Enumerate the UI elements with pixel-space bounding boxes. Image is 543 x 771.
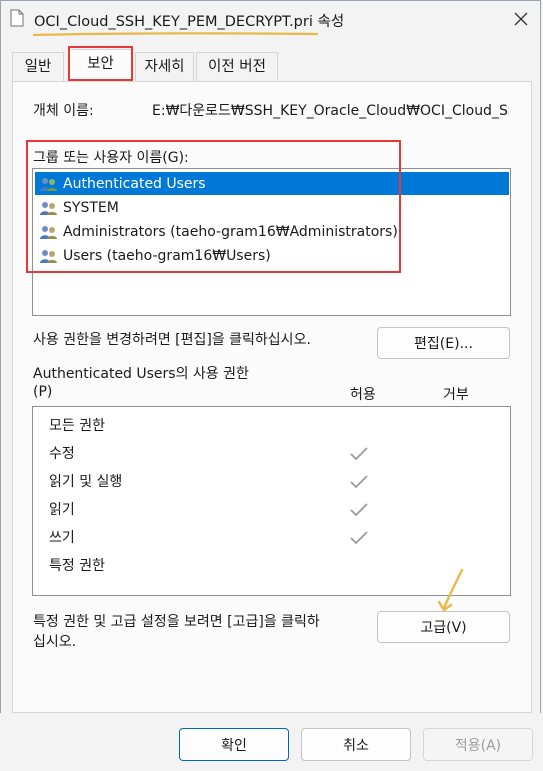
permissions-label: Authenticated Users의 사용 권한 <box>33 366 249 382</box>
allow-check-icon <box>350 475 368 489</box>
apply-button[interactable]: 적용(A) <box>423 728 533 761</box>
ok-button[interactable]: 확인 <box>179 728 289 761</box>
permission-row: 읽기 <box>49 502 75 518</box>
groups-highlight-box <box>26 140 401 273</box>
edit-button[interactable]: 편집(E)... <box>377 327 510 359</box>
advanced-button[interactable]: 고급(V) <box>377 611 510 643</box>
permission-row: 쓰기 <box>49 530 75 546</box>
allow-column-header: 허용 <box>350 387 376 403</box>
permission-row: 특정 권한 <box>49 558 105 574</box>
edit-hint: 사용 권한을 변경하려면 [편집]을 클릭하십시오. <box>33 332 311 348</box>
title-annotation-underline <box>33 32 318 37</box>
allow-check-icon <box>350 503 368 517</box>
tab-previous-versions[interactable]: 이전 버전 <box>196 52 278 82</box>
title-bar: OCI_Cloud_SSH_KEY_PEM_DECRYPT.pri 속성 <box>0 0 543 38</box>
permission-row: 읽기 및 실행 <box>49 474 123 490</box>
close-button[interactable] <box>505 5 537 33</box>
cancel-button[interactable]: 취소 <box>301 728 411 761</box>
tab-general[interactable]: 일반 <box>12 52 64 82</box>
advanced-hint-cont: 십시오. <box>33 634 77 650</box>
tab-details[interactable]: 자세히 <box>135 52 194 82</box>
object-name-value: E:₩다운로드₩SSH_KEY_Oracle_Cloud₩OCI_Cloud_S… <box>152 103 509 119</box>
allow-check-icon <box>350 447 368 461</box>
advanced-hint: 특정 권한 및 고급 설정을 보려면 [고급]을 클릭하 <box>33 614 320 630</box>
permission-row: 모든 권한 <box>49 418 105 434</box>
allow-check-icon <box>350 531 368 545</box>
window-title: OCI_Cloud_SSH_KEY_PEM_DECRYPT.pri 속성 <box>34 14 345 30</box>
object-name-label: 개체 이름: <box>33 103 94 119</box>
file-icon <box>10 9 24 27</box>
close-icon <box>514 12 528 26</box>
annotation-arrow-icon <box>437 568 464 612</box>
deny-column-header: 거부 <box>443 387 469 403</box>
permission-row: 수정 <box>49 446 75 462</box>
permissions-label-hotkey: (P) <box>33 384 53 400</box>
tab-security-highlight <box>68 46 133 81</box>
